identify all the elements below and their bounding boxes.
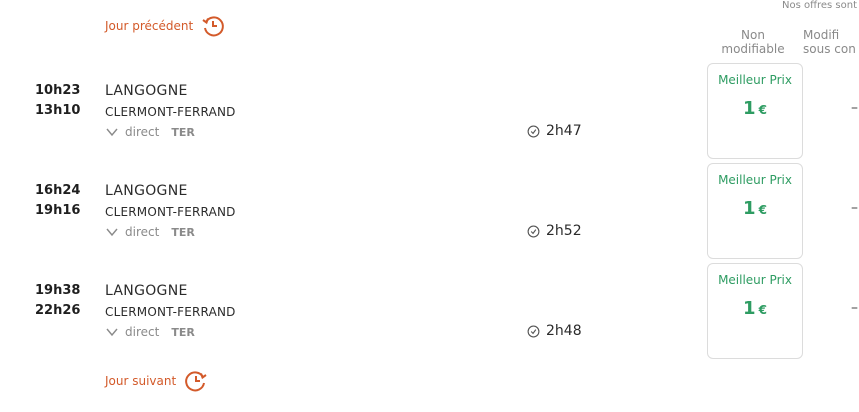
train-type: TER: [171, 325, 195, 339]
price-amount: 1: [743, 298, 756, 319]
offers-notice: Nos offres sont: [782, 0, 858, 11]
price-value: 1 €: [708, 298, 802, 319]
departure-time: 16h24: [35, 183, 81, 198]
duration-value: 2h52: [546, 223, 582, 239]
trip-details-toggle[interactable]: direct TER: [105, 125, 195, 139]
best-price-badge: Meilleur Prix: [718, 173, 792, 187]
next-day-link[interactable]: Jour suivant: [105, 369, 208, 393]
destination-station: CLERMONT-FERRAND: [105, 105, 236, 119]
chevron-down-icon: [106, 128, 118, 137]
clock-icon: [527, 325, 540, 337]
trip-details-toggle[interactable]: direct TER: [105, 325, 195, 339]
price-card-non-modifiable[interactable]: Meilleur Prix 1 €: [707, 263, 803, 359]
trip-duration: 2h48: [527, 323, 582, 339]
trip-duration: 2h47: [527, 123, 582, 139]
previous-day-link[interactable]: Jour précédent: [105, 14, 225, 38]
column-header-non-modifiable-line1: Non: [741, 28, 765, 42]
price-card-non-modifiable[interactable]: Meilleur Prix 1 €: [707, 63, 803, 159]
next-day-label: Jour suivant: [105, 374, 177, 388]
price-currency: €: [758, 203, 767, 217]
trip-duration: 2h52: [527, 223, 582, 239]
destination-station: CLERMONT-FERRAND: [105, 305, 236, 319]
column-header-modifiable-line1: Modifi: [803, 28, 840, 42]
origin-station: LANGOGNE: [105, 183, 188, 199]
stops-label: direct: [125, 225, 160, 239]
destination-station: CLERMONT-FERRAND: [105, 205, 236, 219]
trip-details-toggle[interactable]: direct TER: [105, 225, 195, 239]
column-header-modifiable: Modifi sous con: [803, 28, 859, 56]
trip-row: 19h38 22h26 LANGOGNE CLERMONT-FERRAND di…: [0, 263, 859, 370]
column-header-modifiable-line2: sous con: [803, 42, 856, 56]
origin-station: LANGOGNE: [105, 83, 188, 99]
price-card-non-modifiable[interactable]: Meilleur Prix 1 €: [707, 163, 803, 259]
arrival-time: 13h10: [35, 103, 81, 118]
clock-forward-icon: [185, 371, 207, 392]
price-value: 1 €: [708, 98, 802, 119]
stops-label: direct: [125, 125, 160, 139]
chevron-down-icon: [106, 328, 118, 337]
modifiable-price-unavailable: –: [851, 100, 858, 116]
train-type: TER: [171, 125, 195, 139]
price-amount: 1: [743, 198, 756, 219]
column-header-non-modifiable: Non modifiable: [713, 28, 793, 56]
train-type: TER: [171, 225, 195, 239]
column-header-non-modifiable-line2: modifiable: [721, 42, 785, 56]
modifiable-price-unavailable: –: [851, 300, 858, 316]
duration-value: 2h47: [546, 123, 582, 139]
departure-time: 19h38: [35, 283, 81, 298]
price-currency: €: [758, 103, 767, 117]
best-price-badge: Meilleur Prix: [718, 73, 792, 87]
duration-value: 2h48: [546, 323, 582, 339]
price-amount: 1: [743, 98, 756, 119]
price-currency: €: [758, 303, 767, 317]
clock-icon: [527, 225, 540, 237]
departure-time: 10h23: [35, 83, 81, 98]
arrival-time: 22h26: [35, 303, 81, 318]
trip-row: 10h23 13h10 LANGOGNE CLERMONT-FERRAND di…: [0, 63, 859, 170]
arrival-time: 19h16: [35, 203, 81, 218]
best-price-badge: Meilleur Prix: [718, 273, 792, 287]
stops-label: direct: [125, 325, 160, 339]
clock-icon: [527, 125, 540, 137]
price-value: 1 €: [708, 198, 802, 219]
modifiable-price-unavailable: –: [851, 200, 858, 216]
previous-day-label: Jour précédent: [105, 19, 194, 33]
chevron-down-icon: [106, 228, 118, 237]
clock-back-icon: [202, 16, 225, 37]
trip-row: 16h24 19h16 LANGOGNE CLERMONT-FERRAND di…: [0, 163, 859, 270]
origin-station: LANGOGNE: [105, 283, 188, 299]
